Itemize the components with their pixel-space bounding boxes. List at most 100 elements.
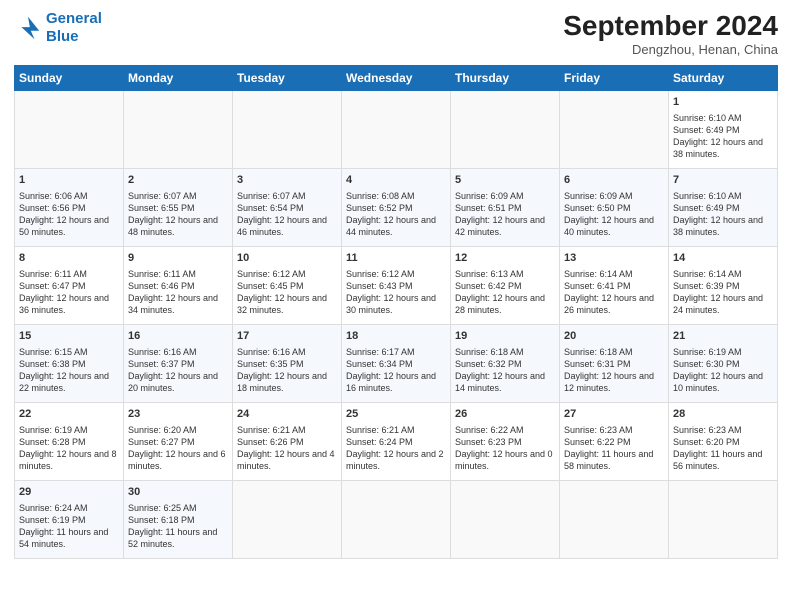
col-tuesday: Tuesday (233, 66, 342, 91)
day-number: 14 (673, 251, 773, 266)
day-number: 10 (237, 251, 337, 266)
daylight-text: Daylight: 12 hours and 36 minutes. (19, 293, 109, 315)
daylight-text: Daylight: 12 hours and 28 minutes. (455, 293, 545, 315)
col-monday: Monday (124, 66, 233, 91)
table-row (560, 481, 669, 559)
daylight-text: Daylight: 12 hours and 48 minutes. (128, 215, 218, 237)
daylight-text: Daylight: 11 hours and 52 minutes. (128, 527, 217, 549)
table-row: 17Sunrise: 6:16 AMSunset: 6:35 PMDayligh… (233, 325, 342, 403)
col-wednesday: Wednesday (342, 66, 451, 91)
day-number: 13 (564, 251, 664, 266)
sunrise-text: Sunrise: 6:15 AM (19, 347, 88, 357)
daylight-text: Daylight: 12 hours and 20 minutes. (128, 371, 218, 393)
sunset-text: Sunset: 6:45 PM (237, 281, 304, 291)
daylight-text: Daylight: 12 hours and 38 minutes. (673, 215, 763, 237)
sunset-text: Sunset: 6:49 PM (673, 125, 740, 135)
col-saturday: Saturday (669, 66, 778, 91)
title-block: September 2024 Dengzhou, Henan, China (563, 10, 778, 57)
table-row (15, 91, 124, 169)
table-row: 4Sunrise: 6:08 AMSunset: 6:52 PMDaylight… (342, 169, 451, 247)
col-thursday: Thursday (451, 66, 560, 91)
table-row: 6Sunrise: 6:09 AMSunset: 6:50 PMDaylight… (560, 169, 669, 247)
table-row: 1Sunrise: 6:10 AMSunset: 6:49 PMDaylight… (669, 91, 778, 169)
daylight-text: Daylight: 12 hours and 18 minutes. (237, 371, 327, 393)
table-row (451, 91, 560, 169)
day-number: 21 (673, 329, 773, 344)
sunrise-text: Sunrise: 6:10 AM (673, 113, 742, 123)
sunrise-text: Sunrise: 6:10 AM (673, 191, 742, 201)
day-number: 1 (19, 173, 119, 188)
table-row (233, 481, 342, 559)
sunrise-text: Sunrise: 6:14 AM (673, 269, 742, 279)
day-number: 20 (564, 329, 664, 344)
day-number: 30 (128, 485, 228, 500)
day-number: 5 (455, 173, 555, 188)
day-number: 19 (455, 329, 555, 344)
table-row (451, 481, 560, 559)
table-row: 21Sunrise: 6:19 AMSunset: 6:30 PMDayligh… (669, 325, 778, 403)
table-row: 7 Sunrise: 6:10 AM Sunset: 6:49 PM Daylight… (669, 169, 778, 247)
day-number: 7 (673, 173, 773, 188)
col-sunday: Sunday (15, 66, 124, 91)
table-row: 15Sunrise: 6:15 AMSunset: 6:38 PMDayligh… (15, 325, 124, 403)
table-row (560, 91, 669, 169)
day-number: 3 (237, 173, 337, 188)
location: Dengzhou, Henan, China (563, 42, 778, 57)
sunset-text: Sunset: 6:27 PM (128, 437, 195, 447)
day-number: 12 (455, 251, 555, 266)
calendar-row: 8Sunrise: 6:11 AMSunset: 6:47 PMDaylight… (15, 247, 778, 325)
sunset-text: Sunset: 6:50 PM (564, 203, 631, 213)
day-number: 11 (346, 251, 446, 266)
daylight-text: Daylight: 12 hours and 32 minutes. (237, 293, 327, 315)
table-row: 28Sunrise: 6:23 AMSunset: 6:20 PMDayligh… (669, 403, 778, 481)
daylight-text: Daylight: 12 hours and 10 minutes. (673, 371, 763, 393)
sunset-text: Sunset: 6:28 PM (19, 437, 86, 447)
daylight-text: Daylight: 12 hours and 38 minutes. (673, 137, 763, 159)
table-row: 13Sunrise: 6:14 AMSunset: 6:41 PMDayligh… (560, 247, 669, 325)
sunset-text: Sunset: 6:18 PM (128, 515, 195, 525)
day-number: 22 (19, 407, 119, 422)
daylight-text: Daylight: 12 hours and 6 minutes. (128, 449, 226, 471)
sunset-text: Sunset: 6:54 PM (237, 203, 304, 213)
day-number: 28 (673, 407, 773, 422)
sunrise-text: Sunrise: 6:20 AM (128, 425, 197, 435)
logo-text: General Blue (46, 10, 102, 46)
sunrise-text: Sunrise: 6:14 AM (564, 269, 633, 279)
sunrise-text: Sunrise: 6:09 AM (455, 191, 524, 201)
sunrise-text: Sunrise: 6:12 AM (237, 269, 306, 279)
sunrise-text: Sunrise: 6:06 AM (19, 191, 88, 201)
sunrise-text: Sunrise: 6:22 AM (455, 425, 524, 435)
calendar-row: 22Sunrise: 6:19 AMSunset: 6:28 PMDayligh… (15, 403, 778, 481)
table-row: 20Sunrise: 6:18 AMSunset: 6:31 PMDayligh… (560, 325, 669, 403)
sunrise-text: Sunrise: 6:21 AM (346, 425, 415, 435)
header-row: Sunday Monday Tuesday Wednesday Thursday… (15, 66, 778, 91)
table-row: 3Sunrise: 6:07 AMSunset: 6:54 PMDaylight… (233, 169, 342, 247)
table-row: 12Sunrise: 6:13 AMSunset: 6:42 PMDayligh… (451, 247, 560, 325)
header: General Blue September 2024 Dengzhou, He… (14, 10, 778, 57)
daylight-text: Daylight: 11 hours and 56 minutes. (673, 449, 762, 471)
table-row (342, 91, 451, 169)
daylight-text: Daylight: 12 hours and 4 minutes. (237, 449, 335, 471)
sunset-text: Sunset: 6:32 PM (455, 359, 522, 369)
day-number: 18 (346, 329, 446, 344)
sunset-text: Sunset: 6:37 PM (128, 359, 195, 369)
table-row: 22Sunrise: 6:19 AMSunset: 6:28 PMDayligh… (15, 403, 124, 481)
day-number: 27 (564, 407, 664, 422)
sunrise-text: Sunrise: 6:23 AM (673, 425, 742, 435)
logo: General Blue (14, 10, 102, 46)
table-row (669, 481, 778, 559)
table-row (233, 91, 342, 169)
day-number: 25 (346, 407, 446, 422)
day-number: 24 (237, 407, 337, 422)
day-number: 4 (346, 173, 446, 188)
sunrise-text: Sunrise: 6:17 AM (346, 347, 415, 357)
sunset-text: Sunset: 6:42 PM (455, 281, 522, 291)
daylight-text: Daylight: 11 hours and 54 minutes. (19, 527, 108, 549)
day-number: 26 (455, 407, 555, 422)
table-row: 18Sunrise: 6:17 AMSunset: 6:34 PMDayligh… (342, 325, 451, 403)
sunrise-text: Sunrise: 6:11 AM (19, 269, 87, 279)
sunset-text: Sunset: 6:49 PM (673, 203, 740, 213)
month-title: September 2024 (563, 10, 778, 42)
table-row (342, 481, 451, 559)
sunset-text: Sunset: 6:38 PM (19, 359, 86, 369)
